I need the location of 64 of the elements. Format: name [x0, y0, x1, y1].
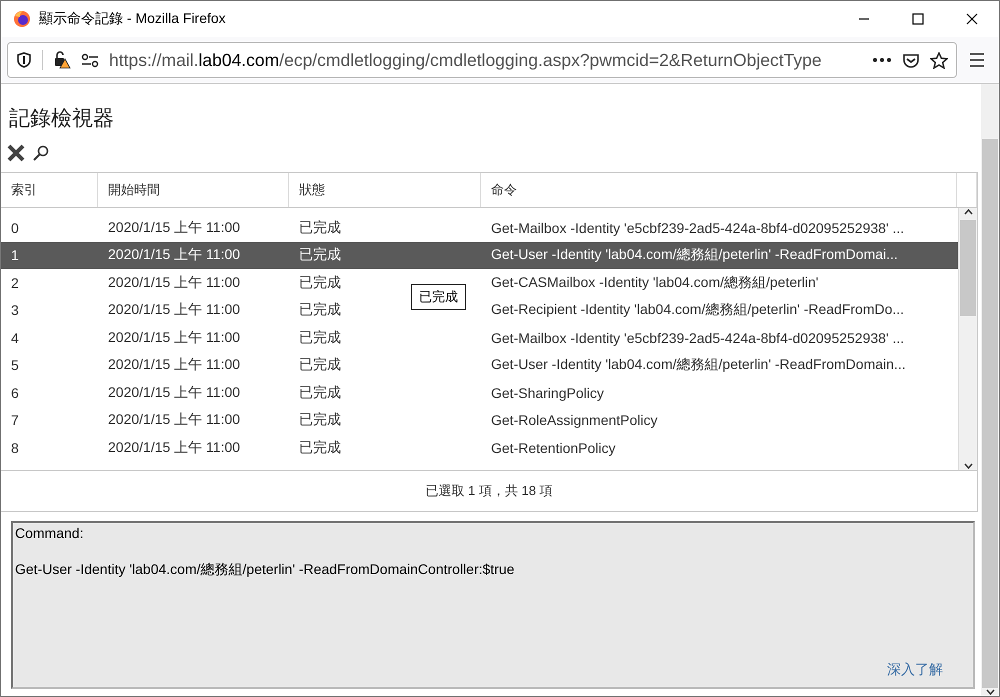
learn-more-link[interactable]: 深入了解 — [887, 661, 943, 679]
search-icon[interactable] — [33, 145, 49, 161]
column-header[interactable]: 命令 — [481, 173, 957, 207]
table-cell[interactable]: 已完成 — [299, 328, 341, 347]
close-icon — [966, 13, 978, 25]
chevron-down-icon — [962, 462, 974, 470]
table-cell[interactable]: 2020/1/15 上午 11:00 — [108, 411, 240, 430]
page-title: 記錄檢視器 — [9, 106, 115, 132]
star-icon[interactable] — [930, 52, 948, 68]
table-cell[interactable]: 2020/1/15 上午 11:00 — [108, 246, 240, 264]
maximize-icon — [912, 13, 924, 25]
table-cell[interactable]: 8 — [11, 440, 19, 456]
table-cell[interactable]: 7 — [11, 412, 19, 428]
table-cell[interactable]: 已完成 — [299, 384, 341, 402]
table-cell[interactable]: 5 — [11, 357, 19, 374]
table-cell[interactable]: 已完成 — [299, 356, 341, 374]
column-header[interactable]: 開始時間 — [98, 173, 289, 207]
table-cell[interactable]: Get-CASMailbox -Identity 'lab04.com/總務組/peterlin' — [491, 274, 818, 292]
table-cell[interactable]: 4 — [11, 330, 19, 346]
command-label: Command: — [15, 525, 84, 541]
command-text: Get-User -Identity 'lab04.com/總務組/peterlin' -ReadFromDomainController:$true — [15, 561, 516, 579]
table-cell[interactable]: Get-RoleAssignmentPolicy — [491, 412, 658, 428]
firefox-logo-icon — [13, 10, 31, 28]
table-cell[interactable]: Get-RetentionPolicy — [491, 440, 616, 456]
more-icon[interactable] — [872, 55, 892, 65]
table-cell[interactable]: 2020/1/15 上午 11:00 — [108, 328, 240, 347]
table-cell[interactable]: 2 — [11, 274, 19, 291]
menu-icon — [969, 52, 985, 68]
shield-icon[interactable] — [16, 52, 32, 68]
table-cell[interactable]: 2020/1/15 上午 11:00 — [108, 274, 240, 292]
menu-button[interactable] — [969, 52, 985, 68]
table-cell[interactable]: 3 — [11, 302, 19, 318]
tooltip: 已完成 — [411, 284, 466, 310]
table-cell[interactable]: 已完成 — [299, 301, 341, 320]
table-cell[interactable]: 已完成 — [299, 438, 341, 457]
table-cell[interactable]: 2020/1/15 上午 11:00 — [108, 301, 240, 320]
window-title: 顯示命令記錄 - Mozilla Firefox — [39, 10, 227, 28]
table-cell[interactable]: Get-User -Identity 'lab04.com/總務組/peterlin' -ReadFromDomain... — [491, 356, 906, 374]
sliders-icon[interactable] — [81, 52, 99, 68]
close-icon[interactable] — [7, 144, 25, 162]
lock-warning-icon[interactable] — [53, 51, 71, 69]
table-cell[interactable]: Get-SharingPolicy — [491, 384, 604, 401]
table-cell[interactable]: 2020/1/15 上午 11:00 — [108, 438, 240, 457]
table-cell[interactable]: 已完成 — [299, 411, 341, 430]
column-header[interactable]: 索引 — [1, 173, 98, 207]
table-cell[interactable]: Get-Mailbox -Identity 'e5cbf239-2ad5-424a-8bf4-d02095252938' ... — [491, 220, 904, 236]
table-cell[interactable]: 1 — [11, 247, 19, 264]
pocket-icon[interactable] — [902, 52, 920, 68]
table-cell[interactable]: Get-Mailbox -Identity 'e5cbf239-2ad5-424a-8bf4-d02095252938' ... — [491, 330, 904, 346]
table-cell[interactable]: 2020/1/15 上午 11:00 — [108, 384, 240, 402]
table-cell[interactable]: 2020/1/15 上午 11:00 — [108, 356, 240, 374]
address-bar[interactable]: https://mail.lab04.com/ecp/cmdletlogging/cmdletlogging.aspx?pwmcid=2&ReturnObjectType — [7, 42, 957, 78]
table-cell[interactable]: 2020/1/15 上午 11:00 — [108, 218, 240, 237]
table-cell[interactable]: 6 — [11, 384, 19, 401]
chevron-down-icon — [984, 688, 996, 696]
table-cell[interactable]: 已完成 — [299, 218, 341, 237]
table-cell[interactable]: 0 — [11, 220, 19, 236]
selection-status: 已選取 1 項，共 18 項 — [1, 471, 978, 512]
chevron-up-icon — [962, 208, 974, 216]
table-cell[interactable]: Get-User -Identity 'lab04.com/總務組/peterlin' -ReadFromDomai... — [491, 246, 898, 264]
table-cell[interactable]: 已完成 — [299, 246, 341, 264]
column-header[interactable]: 狀態 — [289, 173, 481, 207]
table-cell[interactable]: Get-Recipient -Identity 'lab04.com/總務組/peterlin' -ReadFromDo... — [491, 301, 904, 320]
table-cell[interactable]: 已完成 — [299, 274, 341, 292]
